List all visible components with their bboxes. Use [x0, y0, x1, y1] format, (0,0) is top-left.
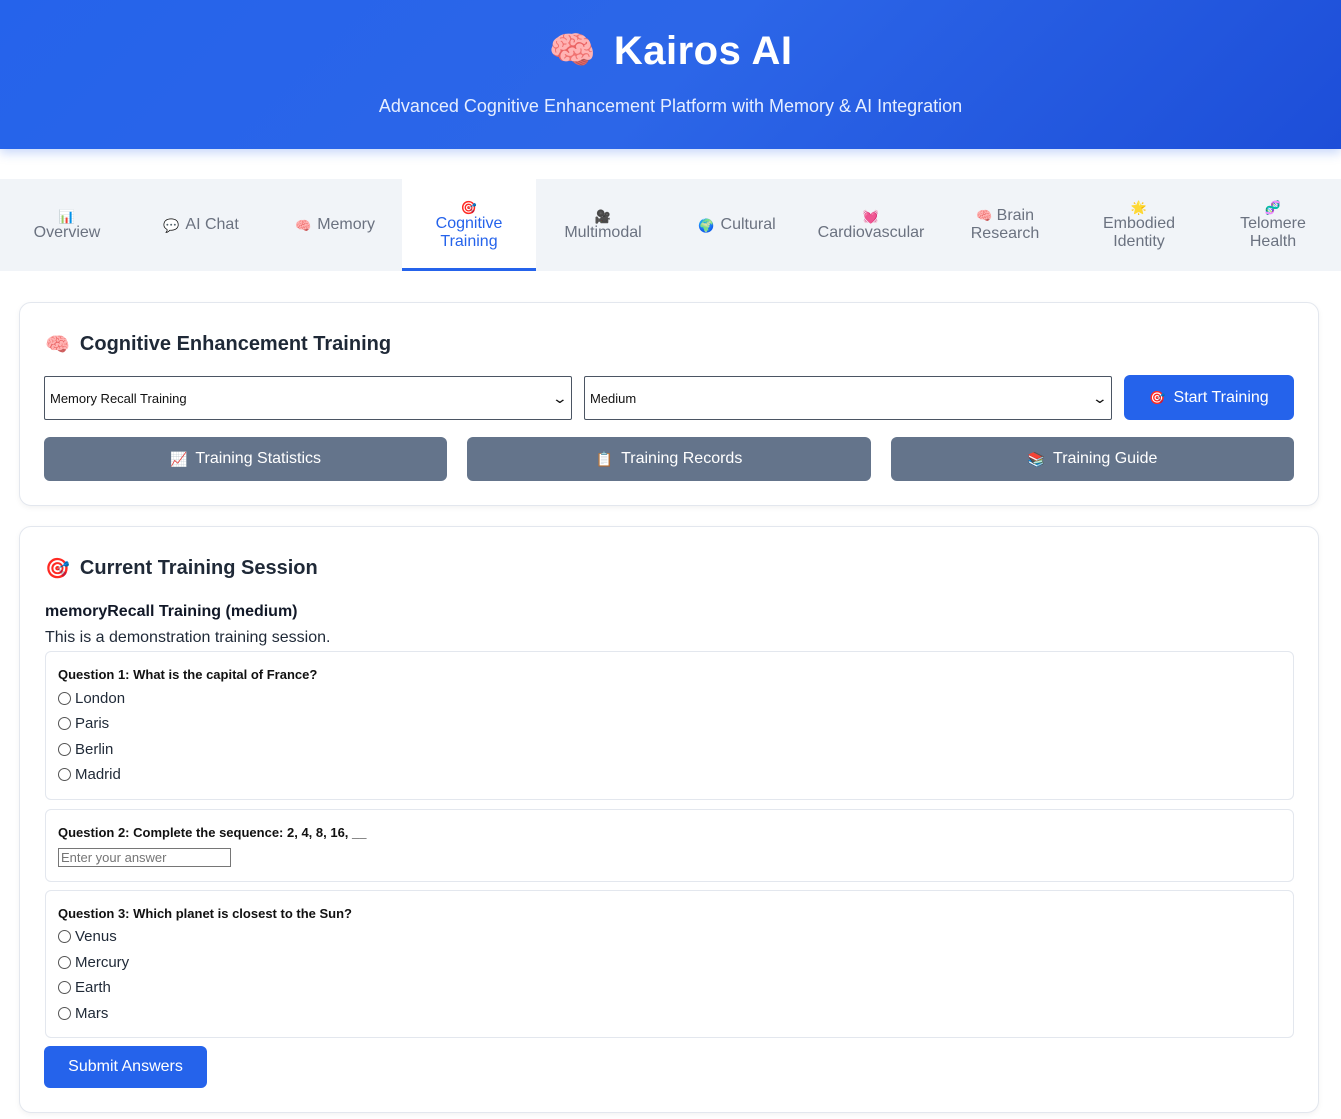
brain-icon: 🧠	[976, 208, 993, 223]
tab-label: Multimodal	[564, 223, 642, 241]
q3-option-earth[interactable]: Earth	[58, 979, 111, 996]
chevron-down-icon: ⌄	[1091, 389, 1109, 406]
question-3-text: Question 3: Which planet is closest to t…	[58, 906, 352, 921]
tab-cardiovascular[interactable]: 💓 Cardiovascular	[804, 179, 938, 271]
tab-label: Cognitive Training	[435, 214, 503, 250]
radio-button[interactable]	[58, 743, 71, 756]
target-icon: 🎯	[1149, 389, 1166, 405]
radio-button[interactable]	[58, 956, 71, 969]
radio-button[interactable]	[58, 717, 71, 730]
training-controls-card: 🧠 Cognitive Enhancement Training Memory …	[19, 302, 1319, 506]
button-label: Training Statistics	[195, 450, 322, 467]
tab-cultural[interactable]: 🌍 Cultural	[670, 179, 804, 271]
training-guide-button[interactable]: 📚 Training Guide	[891, 437, 1294, 481]
session-section-title: 🎯 Current Training Session	[45, 556, 318, 581]
globe-icon: 🌍	[698, 217, 715, 233]
start-training-button[interactable]: 🎯 Start Training	[1124, 375, 1294, 420]
sun-icon: 🌟	[1130, 199, 1148, 215]
q1-option-london[interactable]: London	[58, 690, 125, 707]
tab-overview[interactable]: 📊 Overview	[0, 179, 134, 271]
training-statistics-button[interactable]: 📈 Training Statistics	[44, 437, 447, 481]
speech-bubble-icon: 💬	[163, 217, 180, 233]
target-icon: 🎯	[460, 199, 478, 215]
select-value: Memory Recall Training	[50, 390, 187, 406]
option-label: Mars	[75, 1005, 109, 1022]
submit-answers-button[interactable]: Submit Answers	[44, 1046, 207, 1088]
q1-option-paris[interactable]: Paris	[58, 715, 109, 732]
app-title: Kairos AI	[613, 29, 793, 73]
tab-label: Cardiovascular	[817, 223, 925, 241]
tab-ai-chat[interactable]: 💬 AI Chat	[134, 179, 268, 271]
button-label: Start Training	[1173, 388, 1269, 406]
section-title-text: Current Training Session	[79, 557, 318, 579]
q3-option-mars[interactable]: Mars	[58, 1005, 108, 1022]
radio-button[interactable]	[58, 768, 71, 781]
tab-multimodal[interactable]: 🎥 Multimodal	[536, 179, 670, 271]
option-label: Mercury	[75, 954, 130, 971]
answer-input[interactable]	[58, 848, 231, 867]
button-label: Training Guide	[1053, 450, 1158, 467]
brain-icon: 🧠	[295, 217, 312, 233]
training-type-select[interactable]: Memory Recall Training ⌄	[44, 376, 572, 420]
option-label: Paris	[75, 715, 110, 732]
tab-label: Telomere Health	[1240, 214, 1306, 250]
radio-button[interactable]	[58, 1007, 71, 1020]
tab-label: Embodied Identity	[1102, 214, 1176, 250]
option-label: Venus	[75, 928, 117, 945]
dna-icon: 🧬	[1264, 199, 1282, 215]
app-header: 🧠 Kairos AI Advanced Cognitive Enhanceme…	[0, 0, 1341, 149]
trend-chart-icon: 📈	[169, 450, 188, 467]
clipboard-icon: 📋	[595, 450, 614, 467]
q1-option-berlin[interactable]: Berlin	[58, 741, 113, 758]
training-section-title: 🧠 Cognitive Enhancement Training	[45, 332, 391, 357]
session-description: This is a demonstration training session…	[45, 629, 331, 646]
heart-icon: 💓	[862, 208, 880, 224]
video-camera-icon: 🎥	[594, 208, 612, 224]
section-title-text: Cognitive Enhancement Training	[79, 333, 392, 355]
question-2-box: Question 2: Complete the sequence: 2, 4,…	[45, 809, 1294, 882]
tab-telomere-health[interactable]: 🧬 Telomere Health	[1206, 179, 1340, 271]
button-label: Training Records	[621, 450, 743, 467]
question-1-text: Question 1: What is the capital of Franc…	[58, 667, 318, 682]
q3-option-venus[interactable]: Venus	[58, 928, 117, 945]
difficulty-select[interactable]: Medium ⌄	[584, 376, 1112, 420]
option-label: Berlin	[75, 741, 114, 758]
radio-button[interactable]	[58, 930, 71, 943]
option-label: Madrid	[75, 766, 121, 783]
brand: 🧠 Kairos AI	[0, 26, 1341, 76]
bar-chart-icon: 📊	[58, 208, 76, 224]
training-session-card: 🎯 Current Training Session memoryRecall …	[19, 526, 1319, 1113]
tab-label: Memory	[317, 216, 375, 233]
radio-button[interactable]	[58, 692, 71, 705]
question-3-box: Question 3: Which planet is closest to t…	[45, 890, 1294, 1038]
brain-icon: 🧠	[548, 30, 596, 72]
tab-label: Cultural	[720, 216, 776, 233]
option-label: Earth	[75, 979, 111, 996]
session-name: memoryRecall Training (medium)	[45, 603, 298, 620]
books-icon: 📚	[1027, 450, 1046, 467]
target-icon: 🎯	[45, 558, 70, 580]
question-2-text: Question 2: Complete the sequence: 2, 4,…	[58, 825, 367, 840]
q1-option-madrid[interactable]: Madrid	[58, 766, 121, 783]
brain-icon: 🧠	[45, 334, 70, 356]
tab-bar: 📊 Overview 💬 AI Chat 🧠 Memory 🎯 Cognitiv…	[0, 179, 1341, 271]
tab-brain-research[interactable]: 🧠 Brain Research	[938, 179, 1072, 271]
tab-label: AI Chat	[185, 216, 239, 233]
q3-option-mercury[interactable]: Mercury	[58, 954, 129, 971]
tab-memory[interactable]: 🧠 Memory	[268, 179, 402, 271]
radio-button[interactable]	[58, 981, 71, 994]
chevron-down-icon: ⌄	[551, 389, 569, 406]
app-subtitle: Advanced Cognitive Enhancement Platform …	[378, 96, 963, 116]
tab-embodied-identity[interactable]: 🌟 Embodied Identity	[1072, 179, 1206, 271]
training-records-button[interactable]: 📋 Training Records	[467, 437, 871, 481]
tab-label: Overview	[33, 223, 101, 241]
tab-cognitive-training[interactable]: 🎯 Cognitive Training	[402, 179, 536, 271]
question-1-box: Question 1: What is the capital of Franc…	[45, 651, 1294, 800]
option-label: London	[75, 690, 126, 707]
select-value: Medium	[590, 390, 637, 406]
